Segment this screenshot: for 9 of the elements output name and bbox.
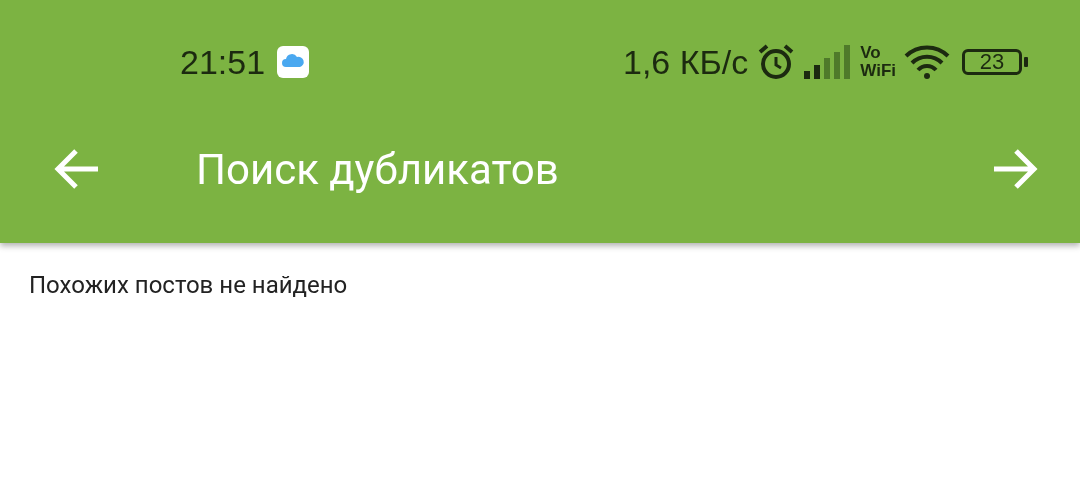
vowifi-label: WiFi — [860, 62, 896, 80]
empty-message: Похожих постов не найдено — [29, 271, 348, 299]
vowifi-label: Vo — [860, 44, 882, 62]
network-speed: 1,6 КБ/с — [623, 42, 749, 82]
signal-icon — [804, 45, 853, 79]
screen-title: Поиск дубликатов — [196, 144, 560, 194]
cloud-icon — [277, 46, 310, 78]
wifi-icon — [904, 44, 950, 80]
clock: 21:51 — [180, 42, 266, 82]
